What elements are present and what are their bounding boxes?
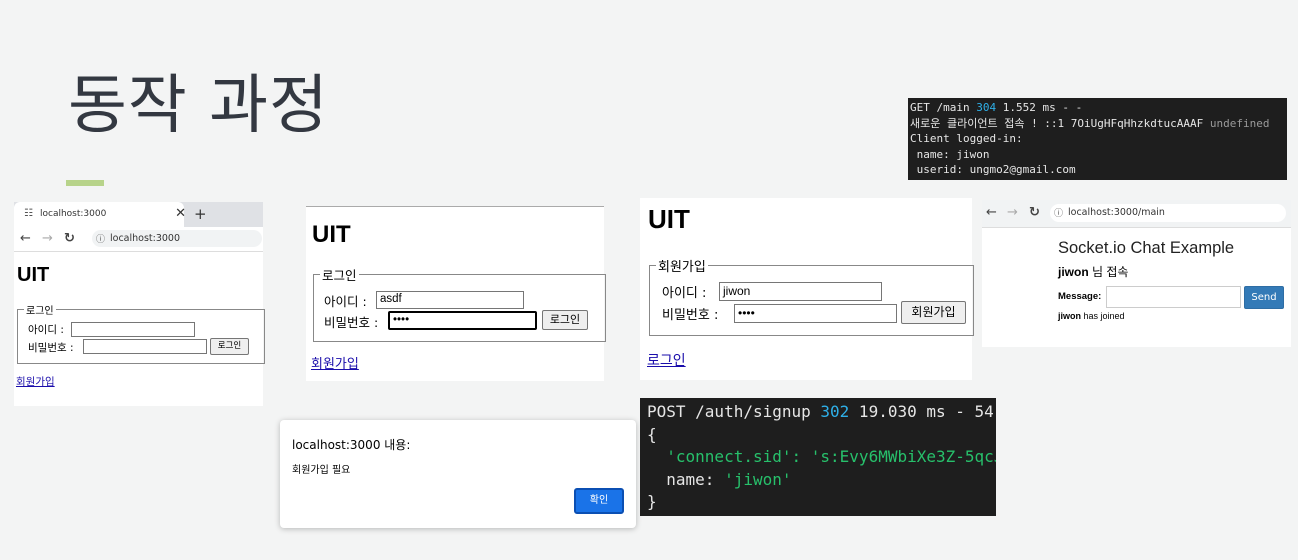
address-bar[interactable]: ⓘ localhost:3000 (92, 230, 262, 247)
terminal-log-bottom: POST /auth/signup 302 19.030 ms - 54 { '… (640, 398, 996, 516)
chat-message: jiwon has joined (1058, 311, 1125, 321)
signup-link[interactable]: 회원가입 (311, 353, 359, 372)
browser-navbar: ← → ↻ ⓘ localhost:3000 (14, 227, 263, 252)
id-input[interactable]: jiwon (719, 282, 882, 301)
ok-button[interactable]: 확인 (574, 488, 624, 514)
login-link[interactable]: 로그인 (647, 350, 686, 370)
terminal-log-top: GET /main 304 1.552 ms - - 새로운 클라이언트 접속 … (908, 98, 1287, 180)
new-tab-icon[interactable]: + (194, 205, 207, 223)
log-line: GET /main (910, 101, 977, 114)
send-button[interactable]: Send (1244, 286, 1284, 309)
forward-icon[interactable]: → (1007, 205, 1018, 220)
back-icon[interactable]: ← (20, 231, 31, 246)
chat-page-panel: ← → ↻ ⓘ localhost:3000/main Socket.io Ch… (982, 200, 1291, 347)
address-url: localhost:3000 (110, 233, 181, 244)
id-label: 아이디 : (324, 294, 367, 309)
log-line: { (647, 424, 657, 444)
log-line: undefined (1203, 116, 1270, 130)
log-line: POST /auth/signup (647, 402, 821, 421)
password-input[interactable]: •••• (388, 311, 537, 330)
signup-page-panel: UIT 회원가입 아이디 : jiwon 비밀번호 : •••• 회원가입 로그… (640, 198, 974, 380)
fieldset-legend: 로그인 (322, 268, 357, 283)
page-heading: UIT (17, 264, 50, 286)
password-input[interactable] (83, 339, 207, 354)
joined-user: jiwon (1058, 311, 1081, 321)
alert-title: localhost:3000 내용: (292, 438, 411, 452)
forward-icon[interactable]: → (42, 231, 53, 246)
status-code: 302 (820, 402, 850, 421)
log-line: Client logged-in: (910, 132, 1023, 145)
info-icon: ⓘ (1054, 209, 1064, 219)
log-line: name: jiwon (910, 147, 990, 161)
fieldset-legend: 로그인 (26, 306, 54, 317)
log-key: 'connect.sid': (647, 447, 811, 466)
message-label: Message: (1058, 291, 1102, 302)
message-input[interactable] (1106, 286, 1241, 308)
login-page-panel: UIT 로그인 아이디 : asdf 비밀번호 : •••• 로그인 회원가입 (306, 206, 606, 381)
signup-button[interactable]: 회원가입 (901, 301, 966, 324)
id-input[interactable]: asdf (376, 291, 524, 309)
password-input[interactable]: •••• (734, 304, 897, 323)
tab-title: localhost:3000 (40, 209, 107, 219)
reload-icon[interactable]: ↻ (1029, 205, 1040, 220)
info-icon: ⓘ (96, 235, 106, 245)
browser-window-login: ☷ localhost:3000 ✕ + ← → ↻ ⓘ localhost:3… (14, 202, 265, 406)
alert-message: 회원가입 필요 (292, 465, 351, 476)
fieldset-legend: 회원가입 (658, 260, 706, 275)
id-label: 아이디 : (28, 324, 64, 336)
status-code: 304 (976, 101, 997, 114)
login-button[interactable]: 로그인 (542, 310, 588, 330)
log-line: 새로운 클라이언트 접속 ! ::1 7OiUgHFqHhzkdtucAAAF (910, 116, 1204, 130)
password-label: 비밀번호 : (662, 308, 719, 323)
log-key: name: (647, 469, 725, 489)
user-name: jiwon (1058, 265, 1089, 279)
signup-link[interactable]: 회원가입 (16, 374, 55, 389)
login-button[interactable]: 로그인 (210, 338, 249, 355)
log-line: } (647, 492, 657, 511)
browser-tab[interactable]: ☷ localhost:3000 ✕ (14, 202, 186, 227)
favicon-icon: ☷ (24, 208, 33, 219)
back-icon[interactable]: ← (986, 205, 997, 220)
alert-dialog: localhost:3000 내용: 회원가입 필요 확인 (280, 420, 636, 528)
user-suffix: 님 접속 (1088, 265, 1129, 279)
log-value: 'jiwon' (724, 469, 792, 489)
accent-bar (66, 180, 104, 186)
address-url: localhost:3000/main (1068, 207, 1165, 218)
tab-strip: ☷ localhost:3000 ✕ + (14, 202, 263, 227)
password-label: 비밀번호 : (324, 315, 379, 330)
page-heading: UIT (312, 221, 351, 248)
reload-icon[interactable]: ↻ (64, 231, 75, 246)
page-heading: UIT (648, 204, 690, 234)
chat-title: Socket.io Chat Example (1058, 239, 1235, 257)
slide-title: 동작 과정 (68, 69, 329, 143)
id-input[interactable] (71, 322, 195, 337)
close-tab-icon[interactable]: ✕ (175, 206, 186, 221)
browser-navbar: ← → ↻ ⓘ localhost:3000/main (982, 200, 1291, 228)
log-line: userid: ungmo2@gmail.com (910, 163, 1076, 176)
password-label: 비밀번호 : (28, 342, 74, 354)
log-value: 's:Evy6MWbiXe3Z-5qcJZ (810, 447, 996, 466)
log-line: 1.552 ms - - (996, 101, 1083, 114)
address-bar[interactable]: ⓘ localhost:3000/main (1050, 204, 1286, 222)
connected-user: jiwon 님 접속 (1058, 263, 1128, 280)
id-label: 아이디 : (662, 286, 707, 301)
joined-suffix: has joined (1081, 311, 1125, 321)
log-line: 19.030 ms - 54 (849, 402, 994, 421)
